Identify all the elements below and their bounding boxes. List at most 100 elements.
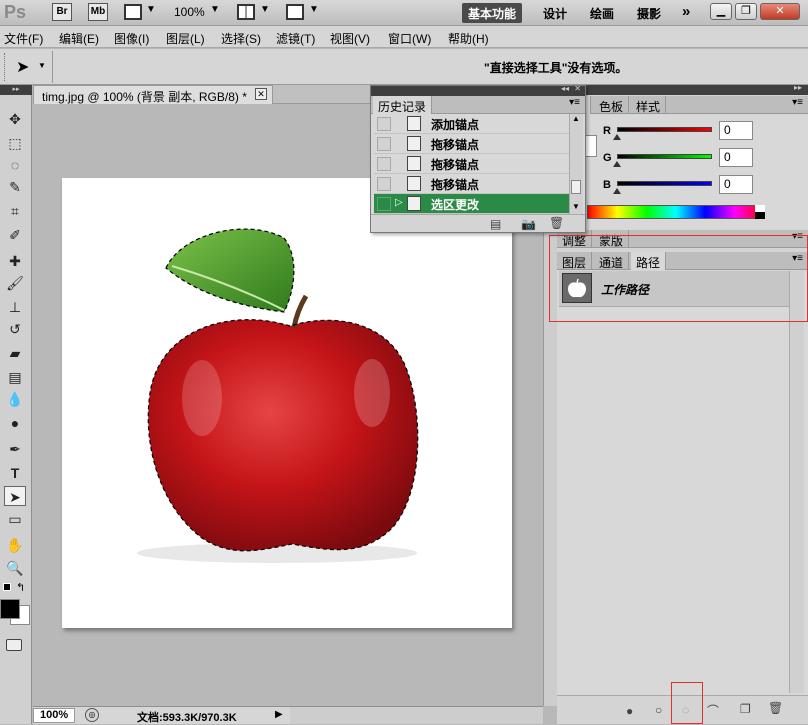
stroke-path-icon[interactable]: ○ [655, 703, 662, 717]
minimize-icon[interactable]: ▁ [710, 3, 732, 20]
history-snapshot-checkbox[interactable] [377, 137, 391, 151]
quick-selection-tool-icon[interactable]: ✎ [4, 177, 26, 197]
blue-slider-thumb[interactable] [613, 188, 621, 194]
collapse-icon[interactable]: ◂◂ [561, 84, 569, 93]
chevron-down-icon[interactable]: ▼ [210, 4, 220, 15]
quick-mask-icon[interactable] [6, 639, 22, 651]
new-snapshot-icon[interactable]: 📷 [521, 217, 536, 231]
scroll-down-icon[interactable]: ▼ [572, 202, 580, 211]
tab-styles[interactable]: 样式 [631, 96, 667, 114]
workspace-painting[interactable]: 绘画 [584, 3, 620, 23]
tab-swatches[interactable]: 色板 [594, 96, 630, 114]
history-snapshot-checkbox[interactable] [377, 177, 391, 191]
gradient-tool-icon[interactable]: ▤ [4, 367, 26, 387]
chevron-down-icon[interactable]: ▼ [146, 4, 156, 15]
history-panel-header[interactable]: ◂◂ ✕ [371, 84, 585, 96]
menu-select[interactable]: 选择(S) [221, 30, 261, 47]
eraser-tool-icon[interactable]: ▰ [4, 343, 26, 363]
view-extras-icon[interactable] [124, 4, 142, 20]
toolbox-collapse-icon[interactable]: ▸▸ [0, 85, 32, 95]
scroll-up-icon[interactable]: ▲ [572, 114, 580, 123]
history-scrollbar[interactable]: ▲ ▼ [569, 114, 583, 214]
swap-colors-icon[interactable]: ↰ [16, 581, 25, 594]
history-snapshot-checkbox[interactable] [377, 157, 391, 171]
close-icon[interactable]: ✕ [574, 84, 581, 93]
history-scroll-thumb[interactable] [571, 180, 581, 194]
brush-tool-icon[interactable]: 🖌 [4, 273, 26, 293]
chevron-down-icon[interactable]: ▼ [38, 61, 46, 70]
direct-selection-tool-icon[interactable]: ➤ [16, 57, 29, 77]
status-zoom-field[interactable]: 100% [33, 708, 75, 723]
delete-state-icon[interactable]: 🗑 [549, 216, 564, 230]
document-canvas[interactable] [62, 178, 512, 628]
workspace-photography[interactable]: 摄影 [631, 3, 667, 23]
crop-tool-icon[interactable]: ⌗ [4, 201, 26, 221]
rectangle-tool-icon[interactable]: ▭ [4, 509, 26, 529]
history-snapshot-checkbox[interactable] [377, 117, 391, 131]
workspace-essentials[interactable]: 基本功能 [462, 3, 523, 23]
history-item[interactable]: 添加锚点 [374, 114, 569, 134]
lasso-tool-icon[interactable]: ◌ [4, 155, 26, 175]
restore-icon[interactable]: ❐ [735, 3, 757, 20]
move-tool-icon[interactable]: ✥ [4, 109, 26, 129]
history-brush-tool-icon[interactable]: ↺ [4, 319, 26, 339]
zoom-tool-icon[interactable]: 🔍 [4, 558, 26, 578]
menu-view[interactable]: 视图(V) [330, 30, 370, 47]
hand-tool-icon[interactable]: ✋ [4, 535, 26, 555]
chevron-down-icon[interactable]: ▼ [260, 4, 270, 15]
white-swatch[interactable] [755, 205, 765, 212]
workspace-design[interactable]: 设计 [537, 3, 573, 23]
document-tab[interactable]: timg.jpg @ 100% (背景 副本, RGB/8) * ✕ [33, 85, 273, 104]
menu-image[interactable]: 图像(I) [114, 30, 149, 47]
mini-bridge-button[interactable]: Mb [88, 3, 108, 21]
history-item[interactable]: 拖移锚点 [374, 134, 569, 154]
panel-menu-icon[interactable]: ▾≡ [792, 97, 803, 108]
history-state-slider-icon[interactable]: ▷ [395, 197, 403, 208]
type-tool-icon[interactable]: T [4, 463, 26, 483]
clone-stamp-tool-icon[interactable]: ⊥ [4, 297, 26, 317]
path-selection-tool-icon[interactable]: ➤ [4, 486, 26, 506]
tab-history[interactable]: 历史记录 [373, 96, 433, 114]
close-document-icon[interactable]: ✕ [255, 88, 267, 100]
red-slider[interactable] [617, 127, 712, 132]
dock-collapse-icon[interactable]: ▸▸ [794, 83, 802, 92]
bridge-button[interactable]: Br [52, 3, 72, 21]
green-slider[interactable] [617, 154, 712, 159]
history-item[interactable]: 拖移锚点 [374, 154, 569, 174]
green-slider-thumb[interactable] [613, 161, 621, 167]
marquee-tool-icon[interactable]: ⬚ [4, 133, 26, 153]
background-color-chip[interactable] [585, 135, 597, 157]
blue-value-input[interactable]: 0 [719, 175, 753, 194]
menu-help[interactable]: 帮助(H) [448, 30, 489, 47]
history-snapshot-checkbox[interactable] [377, 197, 391, 211]
history-item[interactable]: 拖移锚点 [374, 174, 569, 194]
status-info-icon[interactable]: ◎ [85, 708, 99, 722]
new-document-from-state-icon[interactable]: ▤ [490, 217, 501, 231]
status-menu-arrow-icon[interactable]: ▶ [275, 709, 283, 720]
pen-tool-icon[interactable]: ✒ [4, 439, 26, 459]
history-item-selected[interactable]: ▷ 选区更改 [374, 194, 569, 214]
foreground-color-swatch[interactable] [0, 599, 20, 619]
zoom-level-dropdown[interactable]: 100% [174, 5, 205, 19]
menu-edit[interactable]: 编辑(E) [59, 30, 99, 47]
horizontal-scrollbar[interactable] [290, 706, 543, 724]
delete-path-icon[interactable]: 🗑 [768, 701, 783, 715]
eyedropper-tool-icon[interactable]: ✐ [4, 225, 26, 245]
blue-slider[interactable] [617, 181, 712, 186]
menu-layer[interactable]: 图层(L) [166, 30, 205, 47]
close-icon[interactable]: ✕ [760, 3, 800, 20]
panel-menu-icon[interactable]: ▾≡ [569, 97, 580, 108]
blur-tool-icon[interactable]: 💧 [4, 389, 26, 409]
dodge-tool-icon[interactable]: ● [4, 413, 26, 433]
fill-path-icon[interactable]: ● [626, 704, 633, 718]
color-spectrum-bar[interactable] [587, 205, 765, 219]
more-workspaces-icon[interactable]: » [676, 1, 696, 21]
default-colors-icon[interactable] [3, 583, 11, 591]
make-work-path-icon[interactable]: ⌒ [707, 702, 719, 719]
options-grip[interactable] [4, 53, 6, 81]
healing-brush-tool-icon[interactable]: ✚ [4, 251, 26, 271]
menu-window[interactable]: 窗口(W) [388, 30, 431, 47]
chevron-down-icon[interactable]: ▼ [309, 4, 319, 15]
black-swatch[interactable] [755, 212, 765, 219]
red-slider-thumb[interactable] [613, 134, 621, 140]
